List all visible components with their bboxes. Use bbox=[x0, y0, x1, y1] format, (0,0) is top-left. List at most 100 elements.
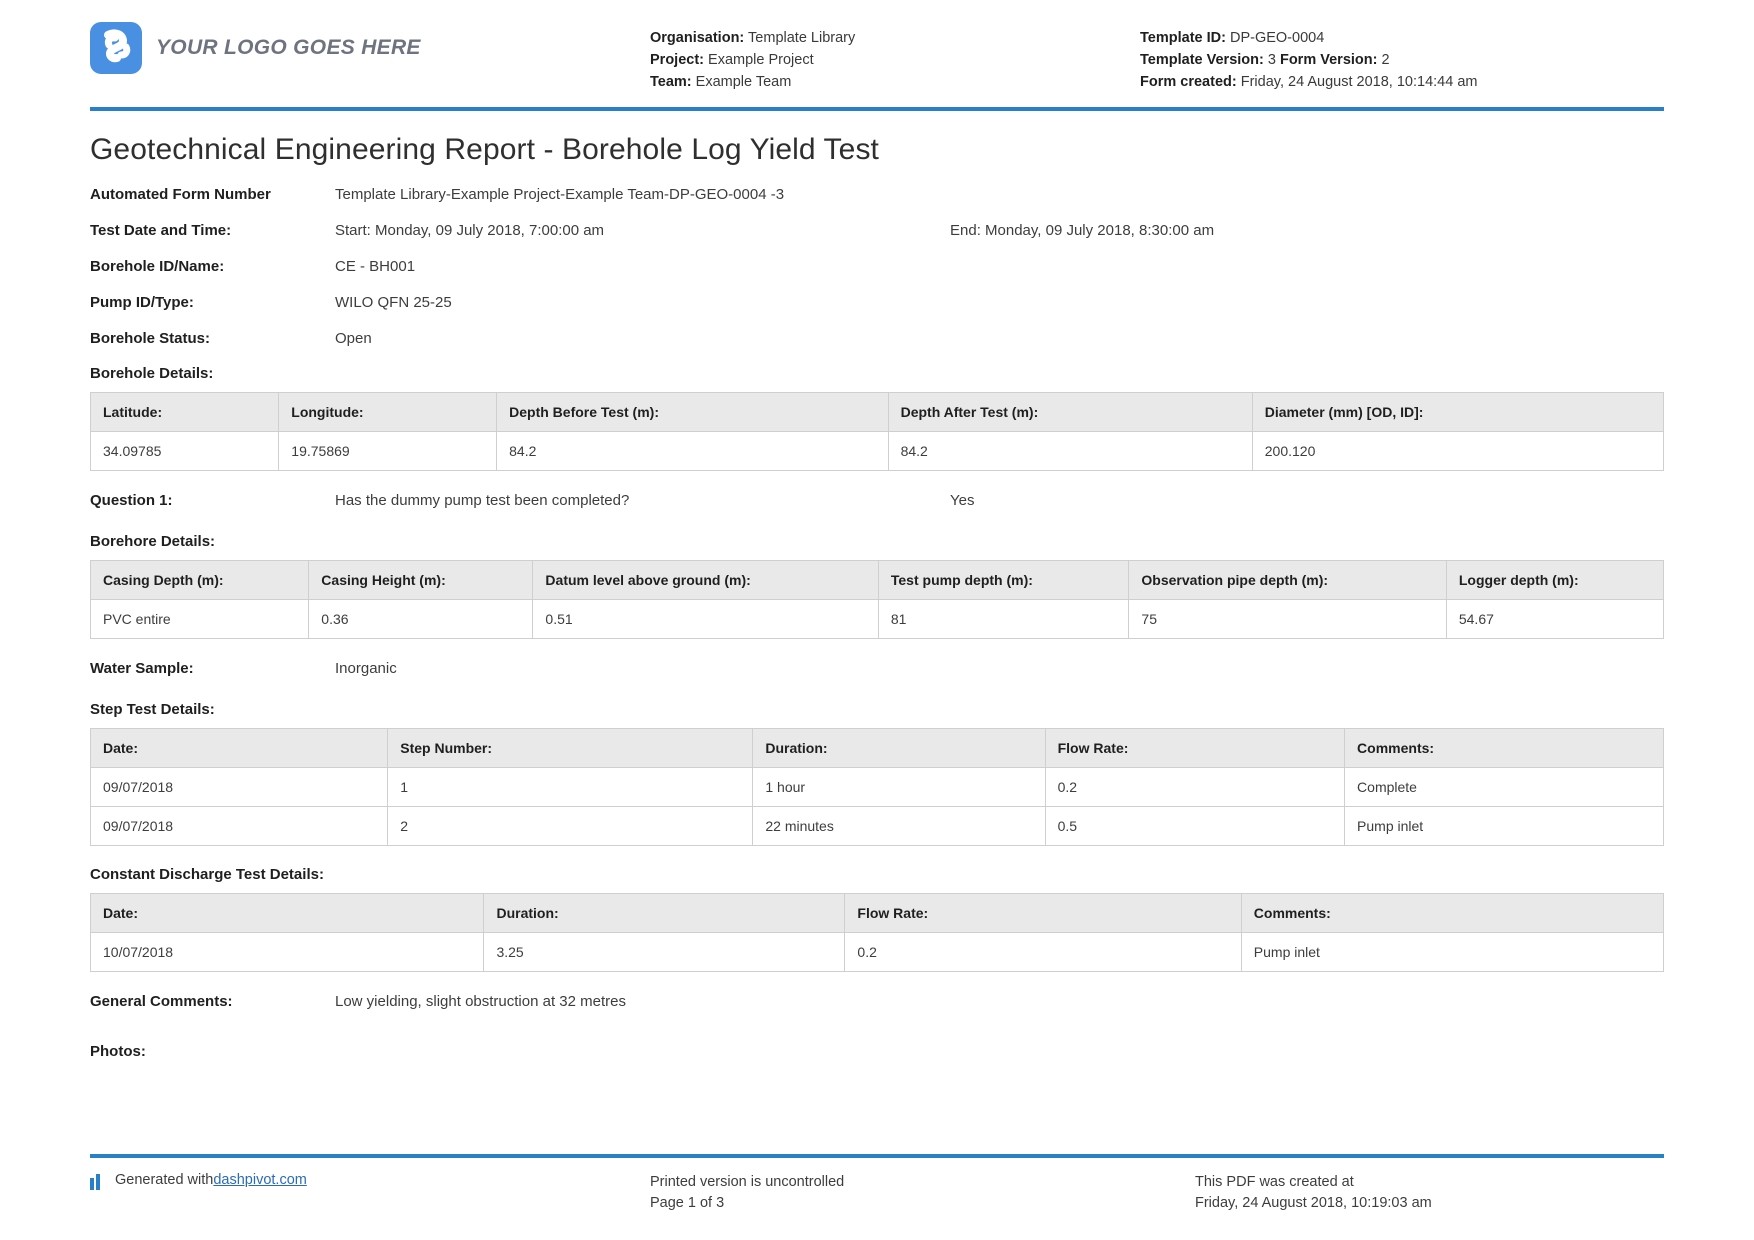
meta-team: Team: Example Team bbox=[650, 71, 1140, 93]
column-header: Duration: bbox=[484, 893, 845, 932]
question1-label: Question 1: bbox=[90, 491, 335, 511]
field-water-sample: Water Sample: Inorganic bbox=[90, 659, 1664, 679]
borehole-details-table: Latitude:Longitude:Depth Before Test (m)… bbox=[90, 392, 1664, 471]
photos-label: Photos: bbox=[90, 1042, 335, 1062]
borehole-details-title: Borehole Details: bbox=[90, 365, 1664, 382]
table-header-row: Latitude:Longitude:Depth Before Test (m)… bbox=[91, 392, 1664, 431]
logo-text: YOUR LOGO GOES HERE bbox=[156, 36, 421, 60]
meta-template-id: Template ID: DP-GEO-0004 bbox=[1140, 27, 1664, 49]
borehore-details-table: Casing Depth (m):Casing Height (m):Datum… bbox=[90, 560, 1664, 639]
general-comments-value: Low yielding, slight obstruction at 32 m… bbox=[335, 992, 1664, 1012]
borehole-status-label: Borehole Status: bbox=[90, 329, 335, 349]
page-number-text: Page 1 of 3 bbox=[650, 1193, 1195, 1214]
table-body: 10/07/20183.250.2Pump inlet bbox=[91, 932, 1664, 971]
table-header-row: Date:Step Number:Duration:Flow Rate:Comm… bbox=[91, 728, 1664, 767]
page-title: Geotechnical Engineering Report - Boreho… bbox=[90, 133, 1664, 167]
constant-discharge-table: Date:Duration:Flow Rate:Comments: 10/07/… bbox=[90, 893, 1664, 972]
footer-print-notice: Printed version is uncontrolled Page 1 o… bbox=[650, 1172, 1195, 1214]
table-row: 09/07/201811 hour0.2Complete bbox=[91, 767, 1664, 806]
footer-generated-with: Generated with dashpivot.com bbox=[90, 1172, 650, 1214]
table-cell: 10/07/2018 bbox=[91, 932, 484, 971]
column-header: Longitude: bbox=[279, 392, 497, 431]
template-id-value: DP-GEO-0004 bbox=[1230, 30, 1324, 46]
table-cell: Pump inlet bbox=[1345, 806, 1664, 845]
table-cell: 1 hour bbox=[753, 767, 1045, 806]
borehole-id-value: CE - BH001 bbox=[335, 257, 1664, 277]
test-date-end-value: End: Monday, 09 July 2018, 8:30:00 am bbox=[950, 221, 1664, 241]
table-cell: 0.51 bbox=[533, 599, 878, 638]
table-header-row: Date:Duration:Flow Rate:Comments: bbox=[91, 893, 1664, 932]
question1-text: Has the dummy pump test been completed? bbox=[335, 491, 950, 511]
column-header: Diameter (mm) [OD, ID]: bbox=[1252, 392, 1663, 431]
project-value: Example Project bbox=[708, 52, 814, 68]
column-header: Date: bbox=[91, 893, 484, 932]
table-cell: 1 bbox=[388, 767, 753, 806]
column-header: Casing Height (m): bbox=[309, 560, 533, 599]
column-header: Depth After Test (m): bbox=[888, 392, 1252, 431]
column-header: Flow Rate: bbox=[845, 893, 1241, 932]
column-header: Observation pipe depth (m): bbox=[1129, 560, 1446, 599]
column-header: Comments: bbox=[1345, 728, 1664, 767]
table-row: PVC entire0.360.51817554.67 bbox=[91, 599, 1664, 638]
column-header: Datum level above ground (m): bbox=[533, 560, 878, 599]
column-header: Latitude: bbox=[91, 392, 279, 431]
automated-form-number-value: Template Library-Example Project-Example… bbox=[335, 185, 1664, 205]
borehole-status-value: Open bbox=[335, 329, 1664, 349]
table-cell: 19.75869 bbox=[279, 431, 497, 470]
column-header: Flow Rate: bbox=[1045, 728, 1344, 767]
field-general-comments: General Comments: Low yielding, slight o… bbox=[90, 992, 1664, 1012]
document-header: YOUR LOGO GOES HERE Organisation: Templa… bbox=[90, 0, 1664, 107]
column-header: Logger depth (m): bbox=[1446, 560, 1663, 599]
meta-project: Project: Example Project bbox=[650, 49, 1140, 71]
table-cell: Pump inlet bbox=[1241, 932, 1663, 971]
pump-id-value: WILO QFN 25-25 bbox=[335, 293, 1664, 313]
table-cell: 09/07/2018 bbox=[91, 806, 388, 845]
table-cell: 84.2 bbox=[888, 431, 1252, 470]
column-header: Step Number: bbox=[388, 728, 753, 767]
general-comments-label: General Comments: bbox=[90, 992, 335, 1012]
dashpivot-bars-icon bbox=[90, 1174, 107, 1190]
pump-id-label: Pump ID/Type: bbox=[90, 293, 335, 313]
table-row: 34.0978519.7586984.284.2200.120 bbox=[91, 431, 1664, 470]
field-borehole-id: Borehole ID/Name: CE - BH001 bbox=[90, 257, 1664, 277]
field-pump-id: Pump ID/Type: WILO QFN 25-25 bbox=[90, 293, 1664, 313]
organisation-label: Organisation: bbox=[650, 30, 744, 46]
column-header: Date: bbox=[91, 728, 388, 767]
table-cell: 75 bbox=[1129, 599, 1446, 638]
table-body: PVC entire0.360.51817554.67 bbox=[91, 599, 1664, 638]
meta-versions: Template Version: 3 Form Version: 2 bbox=[1140, 49, 1664, 71]
table-cell: 0.36 bbox=[309, 599, 533, 638]
column-header: Test pump depth (m): bbox=[878, 560, 1129, 599]
footer-pdf-created: This PDF was created at Friday, 24 Augus… bbox=[1195, 1172, 1664, 1214]
meta-form-created: Form created: Friday, 24 August 2018, 10… bbox=[1140, 71, 1664, 93]
table-cell: 3.25 bbox=[484, 932, 845, 971]
test-date-label: Test Date and Time: bbox=[90, 221, 335, 241]
table-cell: 84.2 bbox=[497, 431, 888, 470]
form-created-value: Friday, 24 August 2018, 10:14:44 am bbox=[1241, 74, 1478, 90]
form-created-label: Form created: bbox=[1140, 74, 1237, 90]
column-header: Duration: bbox=[753, 728, 1045, 767]
form-version-value: 2 bbox=[1382, 52, 1390, 68]
dashpivot-link[interactable]: dashpivot.com bbox=[213, 1172, 307, 1188]
table-cell: 34.09785 bbox=[91, 431, 279, 470]
table-cell: Complete bbox=[1345, 767, 1664, 806]
logo-block: YOUR LOGO GOES HERE bbox=[90, 22, 650, 74]
step-test-details-table: Date:Step Number:Duration:Flow Rate:Comm… bbox=[90, 728, 1664, 846]
report-body: Geotechnical Engineering Report - Boreho… bbox=[90, 111, 1664, 1061]
template-id-label: Template ID: bbox=[1140, 30, 1226, 46]
test-date-start-value: Start: Monday, 09 July 2018, 7:00:00 am bbox=[335, 221, 950, 241]
document-footer: Generated with dashpivot.com Printed ver… bbox=[90, 1154, 1664, 1214]
table-cell: 0.5 bbox=[1045, 806, 1344, 845]
table-cell: 0.2 bbox=[845, 932, 1241, 971]
step-test-details-title: Step Test Details: bbox=[90, 701, 1664, 718]
column-header: Comments: bbox=[1241, 893, 1663, 932]
template-version-label: Template Version: bbox=[1140, 52, 1264, 68]
document-page: YOUR LOGO GOES HERE Organisation: Templa… bbox=[0, 0, 1754, 1240]
form-version-label: Form Version: bbox=[1280, 52, 1378, 68]
column-header: Casing Depth (m): bbox=[91, 560, 309, 599]
table-cell: 0.2 bbox=[1045, 767, 1344, 806]
project-label: Project: bbox=[650, 52, 704, 68]
table-body: 34.0978519.7586984.284.2200.120 bbox=[91, 431, 1664, 470]
generated-with-text: Generated with bbox=[115, 1172, 213, 1188]
team-label: Team: bbox=[650, 74, 692, 90]
